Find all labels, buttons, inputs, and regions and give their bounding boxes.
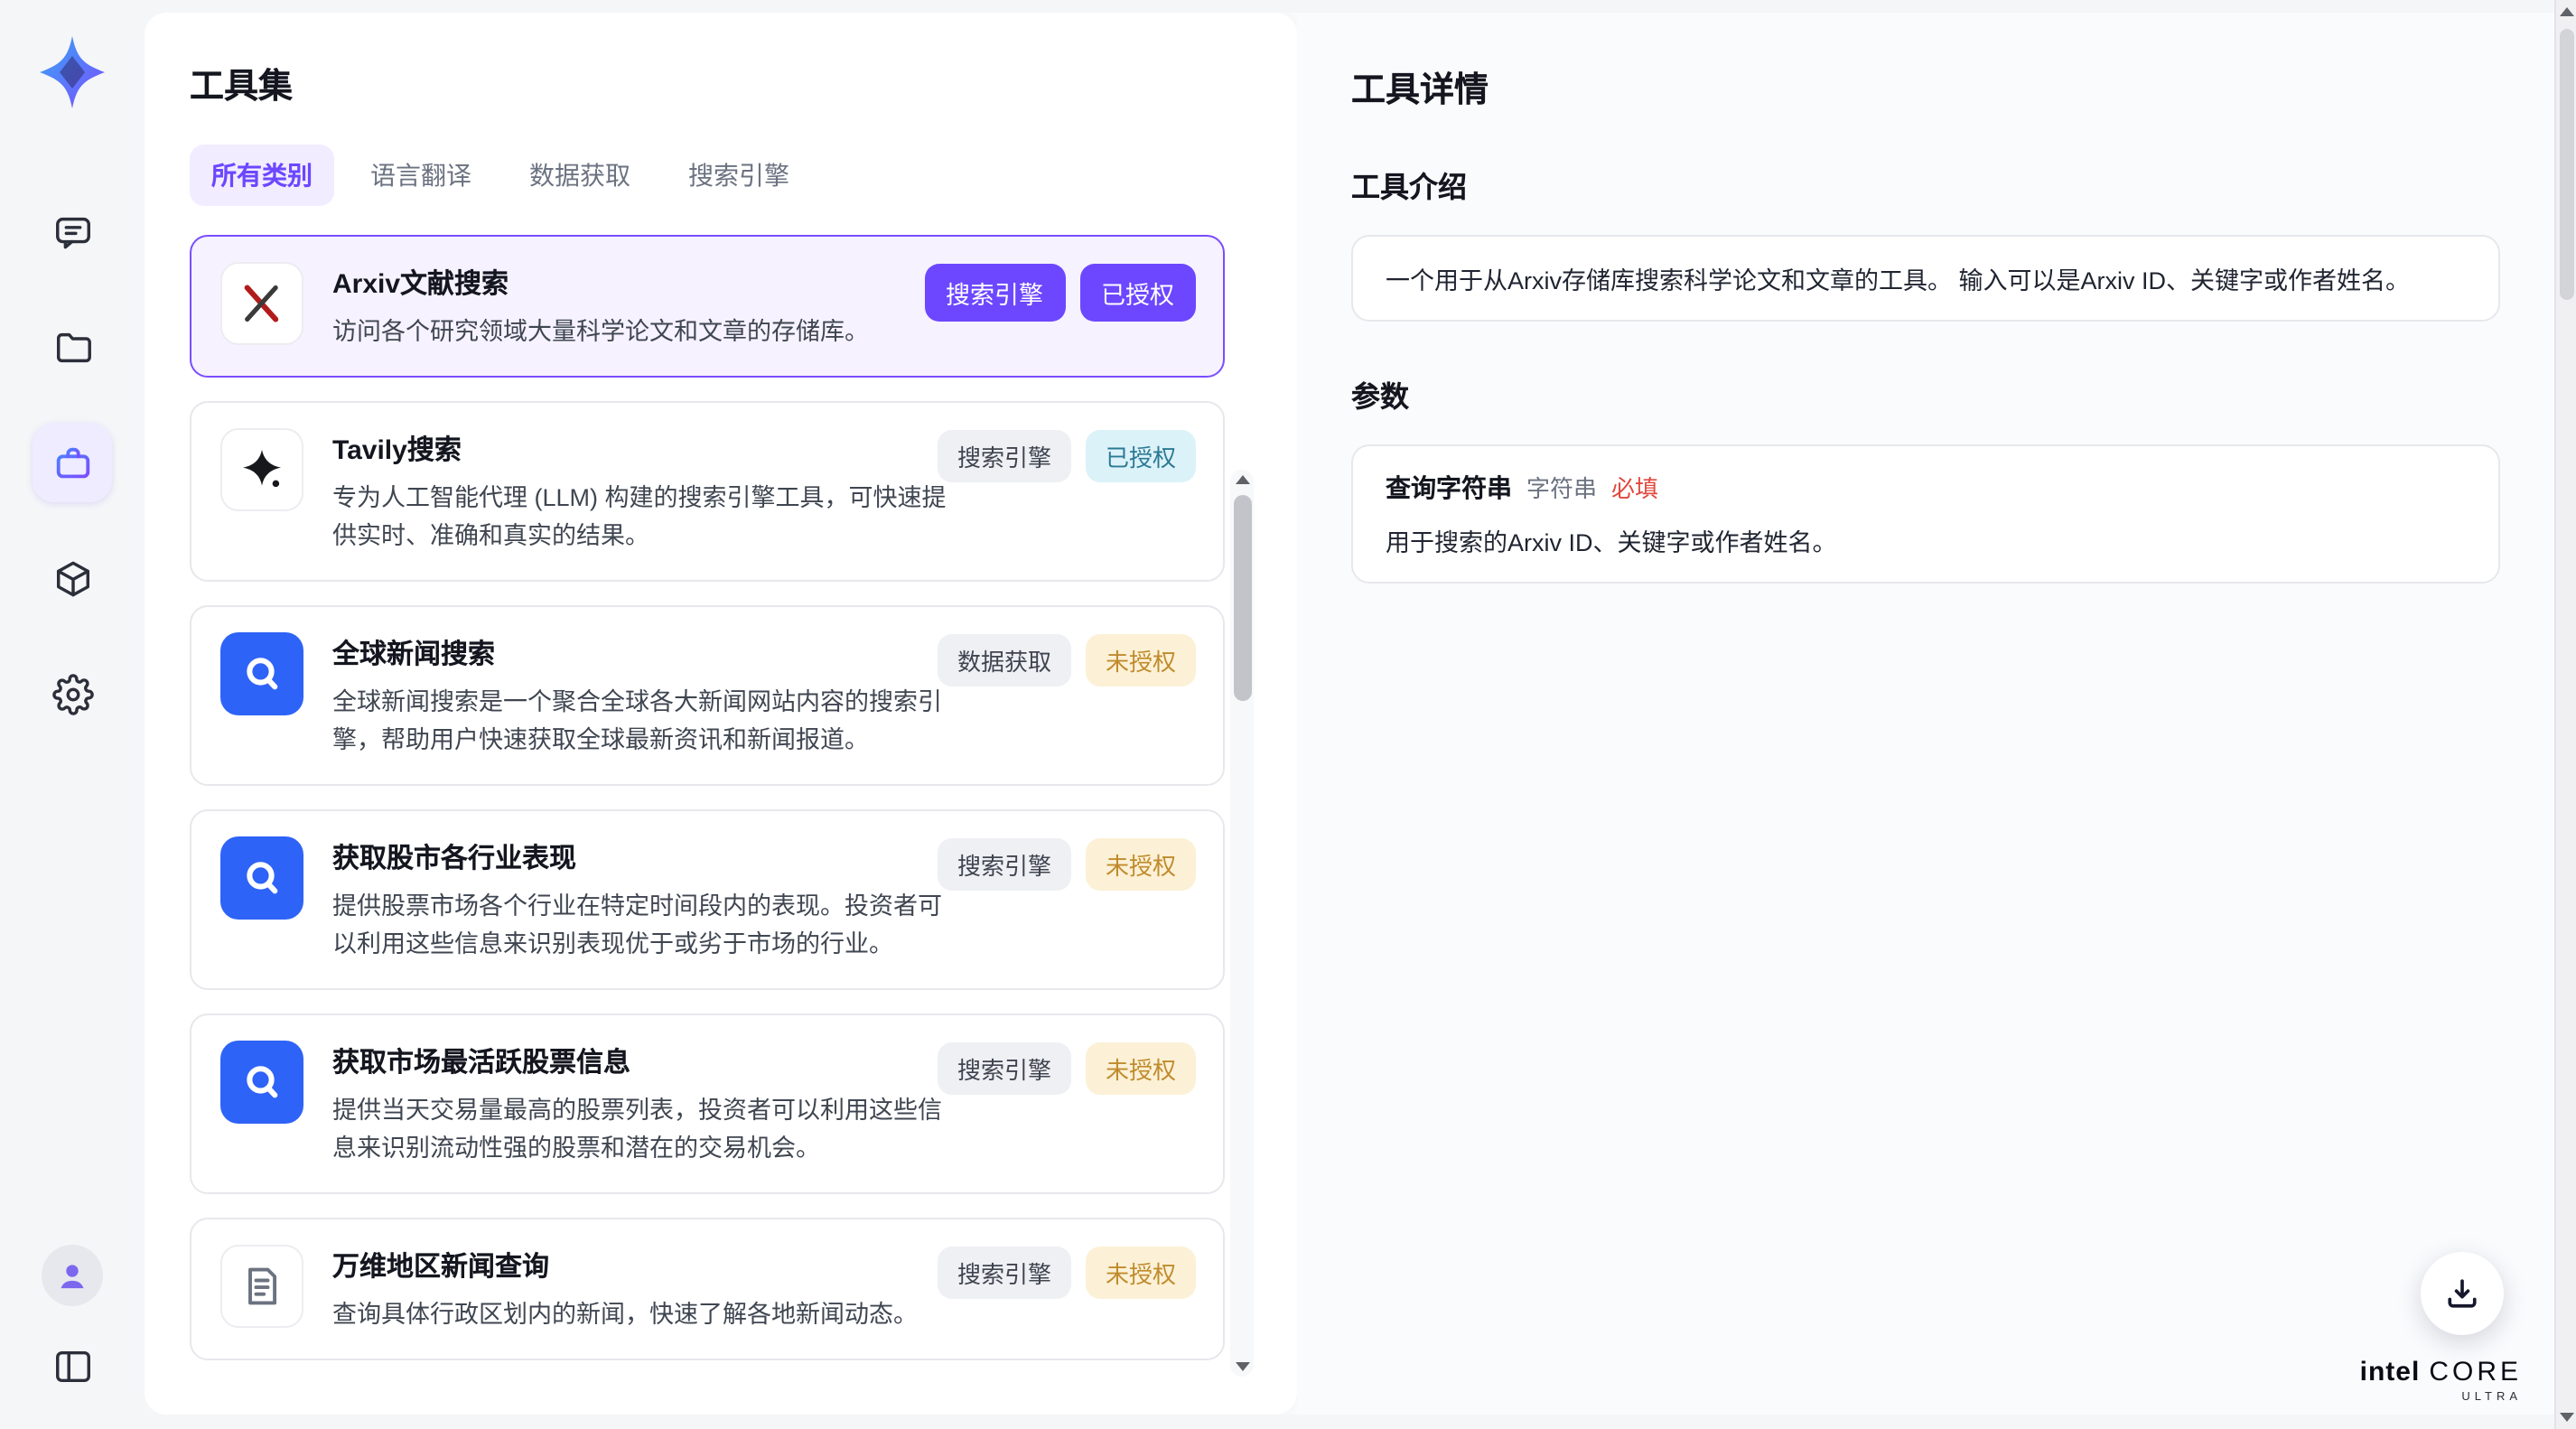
sidebar-item-tools[interactable] [33,423,112,502]
tool-category-badge: 搜索引擎 [938,430,1071,482]
intro-text: 一个用于从Arxiv存储库搜索科学论文和文章的工具。 输入可以是Arxiv ID… [1386,260,2466,296]
category-tabs: 所有类别 语言翻译 数据获取 搜索引擎 [190,145,1297,206]
scroll-down-icon[interactable] [1235,1362,1249,1371]
scrollbar-thumb[interactable] [2560,29,2574,300]
tool-category-badge: 搜索引擎 [938,1042,1071,1095]
briefcase-icon [51,442,93,483]
intro-heading: 工具介绍 [1351,163,2500,206]
tool-description: 提供当天交易量最高的股票列表，投资者可以利用这些信息来识别流动性强的股票和潜在的… [332,1091,947,1167]
tool-category-badge: 搜索引擎 [938,838,1071,891]
app-window: 工具集 所有类别 语言翻译 数据获取 搜索引擎 [0,0,2576,1429]
main-panel: 工具集 所有类别 语言翻译 数据获取 搜索引擎 [145,13,2554,1415]
scroll-up-icon[interactable] [1235,475,1249,484]
tool-auth-badge[interactable]: 未授权 [1086,838,1196,891]
download-button[interactable] [2421,1252,2504,1335]
chat-icon [51,210,93,252]
tavily-star-icon [220,428,303,511]
tool-name: 获取股市各行业表现 [332,838,947,876]
tool-card-tavily[interactable]: Tavily搜索 专为人工智能代理 (LLM) 构建的搜索引擎工具，可快速提供实… [190,401,1225,582]
tool-description: 提供股票市场各个行业在特定时间段内的表现。投资者可以利用这些信息来识别表现优于或… [332,887,947,963]
tool-auth-badge[interactable]: 未授权 [1086,1247,1196,1299]
param-type: 字符串 [1526,470,1597,504]
params-heading: 参数 [1351,372,2500,416]
gear-icon [51,673,93,714]
tab-data-fetch[interactable]: 数据获取 [508,145,652,206]
tool-auth-badge[interactable]: 已授权 [1079,264,1196,322]
tool-name: Arxiv文献搜索 [332,264,869,302]
sidebar-item-models[interactable] [33,538,112,618]
core-wordmark: core [2429,1357,2522,1387]
q-news-icon [220,632,303,715]
sidebar [0,0,145,1429]
user-avatar[interactable] [42,1245,103,1306]
tool-description: 全球新闻搜索是一个聚合全球各大新闻网站内容的搜索引擎，帮助用户快速获取全球最新资… [332,683,947,759]
scroll-down-icon[interactable] [2559,1413,2573,1422]
tool-card-regional-news[interactable]: 万维地区新闻查询 查询具体行政区划内的新闻，快速了解各地新闻动态。 搜索引擎 未… [190,1218,1225,1360]
folder-icon [51,326,93,368]
tool-category-badge: 搜索引擎 [938,1247,1071,1299]
tool-detail-panel: 工具详情 工具介绍 一个用于从Arxiv存储库搜索科学论文和文章的工具。 输入可… [1297,13,2554,1415]
download-icon [2442,1274,2482,1313]
tool-card-sector-performance[interactable]: 获取股市各行业表现 提供股票市场各个行业在特定时间段内的表现。投资者可以利用这些… [190,809,1225,990]
document-icon [220,1245,303,1328]
arxiv-logo-icon [220,262,303,345]
tool-name: 获取市场最活跃股票信息 [332,1042,947,1080]
tab-translation[interactable]: 语言翻译 [349,145,493,206]
param-required-badge: 必填 [1611,470,1658,504]
tool-list-scrollbar[interactable] [1230,470,1254,1377]
tab-search-engine[interactable]: 搜索引擎 [667,145,811,206]
user-icon [54,1257,90,1294]
tool-list-title: 工具集 [190,60,1297,108]
tool-description: 访问各个研究领域大量科学论文和文章的存储库。 [332,313,869,350]
sidebar-item-chat[interactable] [33,191,112,271]
tool-list-panel: 工具集 所有类别 语言翻译 数据获取 搜索引擎 [145,13,1297,1415]
tool-auth-badge[interactable]: 未授权 [1086,1042,1196,1095]
tool-auth-badge[interactable]: 已授权 [1086,430,1196,482]
tool-category-badge: 数据获取 [938,634,1071,686]
tool-description: 查询具体行政区划内的新闻，快速了解各地新闻动态。 [332,1295,918,1333]
sidebar-item-files[interactable] [33,307,112,387]
param-card: 查询字符串 字符串 必填 用于搜索的Arxiv ID、关键字或作者姓名。 [1351,444,2500,584]
cube-icon [51,557,93,599]
sidebar-item-settings[interactable] [33,654,112,733]
param-name: 查询字符串 [1386,470,1512,506]
tool-cards-viewport: Arxiv文献搜索 访问各个研究领域大量科学论文和文章的存储库。 搜索引擎 已授… [190,235,1297,1415]
detail-title: 工具详情 [1351,63,2500,112]
tool-name: 全球新闻搜索 [332,634,947,672]
scrollbar-thumb[interactable] [1233,495,1251,701]
tab-all-categories[interactable]: 所有类别 [190,145,334,206]
q-news-icon [220,836,303,920]
panel-toggle-icon [51,1345,93,1387]
app-logo-icon[interactable] [33,33,112,112]
tool-card-active-stocks[interactable]: 获取市场最活跃股票信息 提供当天交易量最高的股票列表，投资者可以利用这些信息来识… [190,1013,1225,1194]
tool-card-global-news[interactable]: 全球新闻搜索 全球新闻搜索是一个聚合全球各大新闻网站内容的搜索引擎，帮助用户快速… [190,605,1225,786]
page-scrollbar[interactable] [2554,0,2576,1429]
sidebar-collapse-button[interactable] [33,1331,112,1400]
tool-auth-badge[interactable]: 未授权 [1086,634,1196,686]
tool-name: 万维地区新闻查询 [332,1247,918,1284]
tool-category-badge: 搜索引擎 [924,264,1065,322]
tool-name: Tavily搜索 [332,430,947,468]
scroll-up-icon[interactable] [2559,7,2573,16]
intro-card: 一个用于从Arxiv存储库搜索科学论文和文章的工具。 输入可以是Arxiv ID… [1351,235,2500,322]
tool-card-arxiv[interactable]: Arxiv文献搜索 访问各个研究领域大量科学论文和文章的存储库。 搜索引擎 已授… [190,235,1225,378]
ultra-label: ULTRA [2360,1391,2522,1404]
param-description: 用于搜索的Arxiv ID、关键字或作者姓名。 [1386,522,2466,558]
tool-description: 专为人工智能代理 (LLM) 构建的搜索引擎工具，可快速提供实时、准确和真实的结… [332,479,947,555]
intel-wordmark: intel [2360,1357,2421,1387]
intel-core-logo: intel core ULTRA [2360,1357,2522,1404]
q-news-icon [220,1041,303,1124]
